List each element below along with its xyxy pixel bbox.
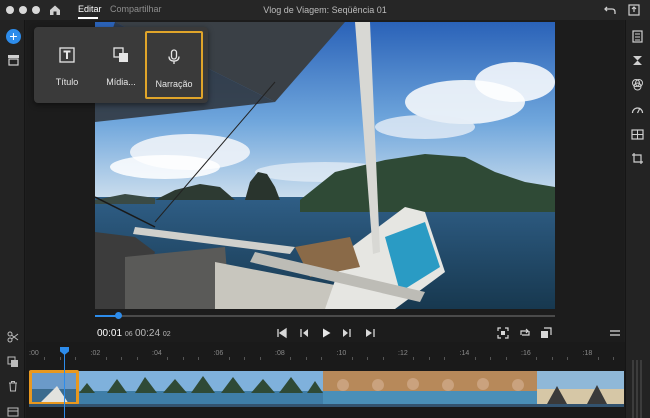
microphone-icon	[168, 49, 180, 64]
play-icon[interactable]	[320, 327, 332, 339]
add-media-menu-button[interactable]: Mídia...	[94, 31, 148, 99]
ruler-label: :16	[521, 350, 531, 357]
ruler-tick	[198, 357, 200, 360]
ruler-tick	[551, 357, 553, 360]
playhead-line	[64, 354, 65, 418]
ruler-tick	[290, 357, 292, 360]
add-narration-button[interactable]: Narração	[145, 31, 203, 99]
ruler-tick	[382, 357, 384, 360]
media-icon	[113, 47, 128, 62]
preview-scrubber[interactable]	[95, 315, 555, 317]
ruler-tick	[444, 357, 446, 360]
ruler-label: :14	[459, 350, 470, 357]
video-clip[interactable]	[537, 371, 624, 404]
fit-view-icon[interactable]	[497, 327, 509, 339]
media-label: Mídia...	[106, 77, 136, 87]
go-to-end-icon[interactable]	[364, 327, 376, 339]
title-label: Título	[55, 77, 79, 87]
loop-icon[interactable]	[519, 327, 531, 339]
audio-track-strip[interactable]	[29, 404, 624, 407]
add-media-button[interactable]: +	[6, 29, 21, 44]
fullscreen-icon[interactable]	[540, 327, 552, 339]
ruler-tick	[182, 357, 184, 360]
ruler-tick	[75, 357, 77, 360]
ruler-tick	[413, 357, 415, 360]
ruler-tick	[536, 357, 538, 360]
transitions-icon[interactable]	[631, 54, 644, 67]
narration-label: Narração	[155, 79, 193, 89]
project-title: Vlog de Viagem: Seqüência 01	[263, 5, 387, 15]
track-settings-icon[interactable]	[7, 406, 19, 418]
crop-icon[interactable]	[631, 152, 644, 165]
ruler-label: :10	[336, 350, 347, 357]
add-title-button[interactable]: Título	[40, 31, 94, 99]
current-timecode: 00:01 06	[97, 328, 133, 339]
timeline-scrollbar[interactable]	[632, 360, 644, 418]
ruler-tick	[490, 357, 492, 360]
ruler-label: :18	[582, 350, 593, 357]
ruler-tick	[167, 357, 169, 360]
export-icon[interactable]	[627, 3, 641, 17]
settings-menu-icon[interactable]	[609, 327, 621, 339]
project-panel-icon[interactable]	[7, 53, 20, 66]
ruler-tick	[567, 357, 569, 360]
ruler-tick	[244, 357, 246, 360]
ruler-label: :04	[152, 350, 162, 357]
ruler-tick	[505, 357, 507, 360]
add-menu-popup: Título Mídia... Narração	[34, 27, 208, 103]
current-frames: 06	[124, 331, 133, 338]
duplicate-icon[interactable]	[7, 356, 19, 368]
total-time: 00:24	[135, 328, 161, 339]
step-back-icon[interactable]	[298, 327, 310, 339]
ruler-tick	[613, 357, 615, 360]
ruler-tick	[136, 357, 138, 360]
scissors-icon[interactable]	[7, 331, 19, 343]
ruler-label: :06	[213, 350, 224, 357]
ruler-tick	[121, 357, 123, 360]
ruler-tick	[259, 357, 261, 360]
title-icon	[59, 47, 75, 63]
step-forward-icon[interactable]	[341, 327, 353, 339]
properties-icon[interactable]	[631, 30, 644, 43]
ruler-tick	[367, 357, 369, 360]
ruler-label: :08	[275, 350, 285, 357]
clip-thumbnail	[537, 371, 624, 404]
ruler-label: :02	[90, 350, 101, 357]
ruler-tick	[228, 357, 230, 360]
scrubber-handle[interactable]	[115, 312, 122, 319]
ruler-tick	[321, 357, 323, 360]
video-clip[interactable]	[79, 371, 323, 404]
audio-icon[interactable]	[631, 128, 644, 141]
ruler-tick	[105, 357, 107, 360]
ruler-label: :00	[29, 350, 39, 357]
top-bar: Editar Compartilhar Vlog de Viagem: Seqü…	[0, 0, 650, 20]
current-time: 00:01	[97, 328, 123, 339]
ruler-tick	[351, 357, 353, 360]
ruler-tick	[44, 357, 46, 360]
ruler-tick	[474, 357, 476, 360]
total-frames: 02	[162, 331, 171, 338]
selected-clip-outline[interactable]	[29, 370, 79, 405]
clip-thumbnail	[323, 371, 537, 404]
total-duration: 00:24 02	[135, 328, 171, 339]
ruler-tick	[597, 357, 599, 360]
ruler-tick	[305, 357, 307, 360]
color-icon[interactable]	[631, 78, 644, 91]
ruler-label: :12	[398, 350, 408, 357]
speed-icon[interactable]	[631, 103, 644, 116]
clip-thumbnail	[79, 371, 323, 404]
go-to-start-icon[interactable]	[276, 327, 288, 339]
undo-icon[interactable]	[603, 3, 617, 17]
active-tab-indicator	[78, 17, 98, 19]
ruler-tick	[428, 357, 430, 360]
trash-icon[interactable]	[7, 380, 19, 392]
ruler-tick	[59, 357, 61, 360]
video-clip[interactable]	[323, 371, 537, 404]
